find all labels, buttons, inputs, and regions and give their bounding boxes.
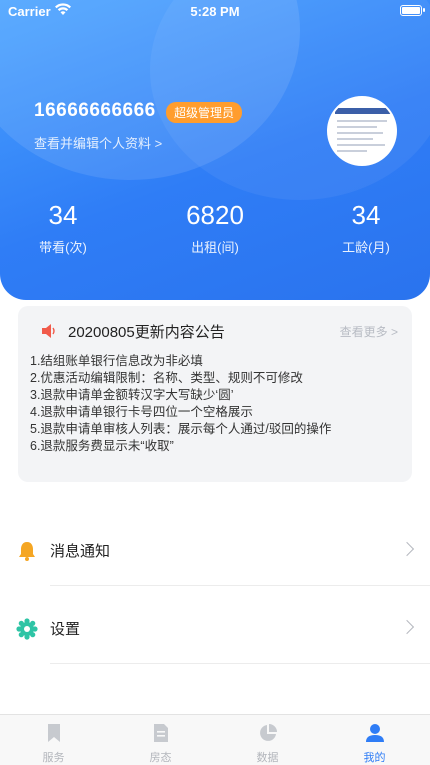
announcement-line: 4.退款申请单银行卡号四位一个空格展示 xyxy=(30,405,253,419)
announcement-line: 6.退款服务费显示未“收取” xyxy=(30,439,174,453)
menu-label: 设置 xyxy=(50,621,81,638)
announcement-body: 1.结组账单银行信息改为非必填 2.优惠活动编辑限制：名称、类型、规则不可修改 … xyxy=(30,353,331,455)
tab-room-status[interactable]: 房态 xyxy=(107,715,214,765)
announcement-card[interactable]: 20200805更新内容公告 查看更多 > 1.结组账单银行信息改为非必填 2.… xyxy=(18,306,412,482)
tab-label: 服务 xyxy=(42,752,65,764)
clock: 5:28 PM xyxy=(190,4,240,19)
announcement-title: 20200805更新内容公告 xyxy=(68,324,225,341)
tab-label: 我的 xyxy=(363,752,386,764)
tab-data[interactable]: 数据 xyxy=(214,715,321,765)
divider xyxy=(50,585,430,586)
battery-icon xyxy=(400,5,425,16)
stat-value: 34 xyxy=(48,200,78,230)
document-icon xyxy=(154,724,168,742)
tab-service[interactable]: 服务 xyxy=(0,715,107,765)
menu-label: 消息通知 xyxy=(50,543,111,560)
chevron-right-icon xyxy=(399,541,415,557)
stat-tenure[interactable]: 34 工龄(月) xyxy=(306,200,426,256)
tab-label: 数据 xyxy=(256,752,279,764)
speaker-icon xyxy=(42,324,55,338)
announcement-line: 1.结组账单银行信息改为非必填 xyxy=(30,354,203,368)
menu-item-notifications[interactable]: 消息通知 xyxy=(0,516,430,586)
chevron-right-icon xyxy=(399,619,415,635)
stat-rentals[interactable]: 6820 出租(间) xyxy=(155,200,275,256)
avatar[interactable] xyxy=(327,96,397,166)
tab-mine[interactable]: 我的 xyxy=(321,715,428,765)
user-phone: 16666666666 xyxy=(34,100,156,121)
view-more-link[interactable]: 查看更多 > xyxy=(340,323,398,340)
announcement-line: 2.优惠活动编辑限制：名称、类型、规则不可修改 xyxy=(30,371,303,385)
stat-viewings[interactable]: 34 带看(次) xyxy=(3,200,123,256)
divider xyxy=(50,663,430,664)
stat-label: 工龄(月) xyxy=(342,240,390,255)
edit-profile-link[interactable]: 查看并编辑个人资料 > xyxy=(34,133,162,152)
pie-chart-icon xyxy=(260,724,277,741)
user-icon xyxy=(366,724,384,742)
stat-label: 出租(间) xyxy=(191,240,239,255)
menu-item-settings[interactable]: 设置 xyxy=(0,594,430,664)
header-decoration xyxy=(150,0,430,200)
bell-icon xyxy=(19,542,35,561)
profile-header: Carrier 5:28 PM 16666666666 超级管理员 查看并编辑个… xyxy=(0,0,430,300)
stat-label: 带看(次) xyxy=(39,240,87,255)
status-bar: Carrier 5:28 PM xyxy=(0,0,430,22)
announcement-line: 5.退款申请单审核人列表：展示每个人通过/驳回的操作 xyxy=(30,422,332,436)
gear-icon xyxy=(16,618,38,640)
stat-value: 34 xyxy=(351,200,381,230)
tab-bar: 服务 房态 数据 我的 xyxy=(0,714,430,765)
announcement-line: 3.退款申请单金额转汉字大写缺少‘圆’ xyxy=(30,388,234,402)
bookmark-icon xyxy=(48,724,60,742)
tab-label: 房态 xyxy=(149,752,172,764)
stat-value: 6820 xyxy=(186,200,244,230)
role-badge: 超级管理员 xyxy=(166,102,243,123)
